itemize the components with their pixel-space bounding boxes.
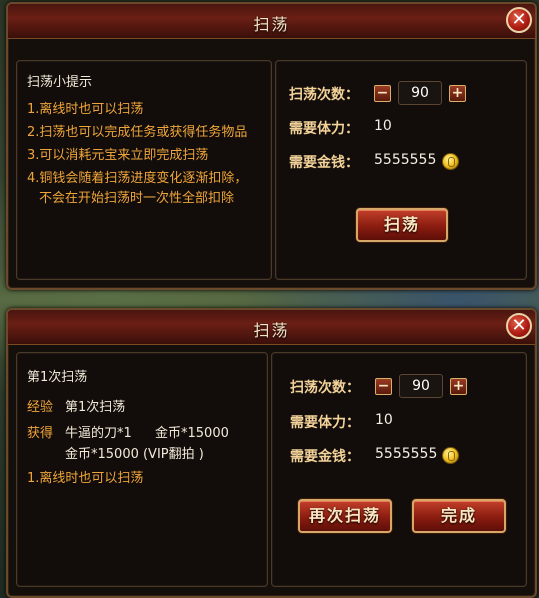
tip-item: 不会在开始扫荡时一次性全部扣除 xyxy=(39,191,235,206)
decrease-count-button[interactable]: − xyxy=(375,378,392,395)
close-icon[interactable]: ✕ xyxy=(506,7,532,33)
round-title: 第1次扫荡 xyxy=(27,370,88,385)
done-button[interactable]: 完成 xyxy=(412,499,506,533)
money-label: 需要金钱： xyxy=(289,155,359,171)
dialog-title: 扫荡 xyxy=(253,15,290,34)
stamina-label: 需要体力： xyxy=(290,415,360,431)
stamina-value: 10 xyxy=(374,118,392,134)
tip-item: 1.离线时也可以扫荡 xyxy=(27,471,144,486)
stamina-label: 需要体力： xyxy=(289,121,359,137)
sweep-result-dialog: 扫荡 ✕ 第1次扫荡 经验 第1次扫荡 获得 牛逼的刀*1 金币*15000 金… xyxy=(6,308,537,598)
reward-label: 获得 xyxy=(27,426,54,441)
increase-count-button[interactable]: + xyxy=(450,378,467,395)
stamina-value: 10 xyxy=(375,412,393,428)
tip-item: 2.扫荡也可以完成任务或获得任务物品 xyxy=(27,125,248,140)
sweep-count-label: 扫荡次数： xyxy=(290,380,360,396)
decrease-count-button[interactable]: − xyxy=(374,85,391,102)
dialog-title: 扫荡 xyxy=(253,321,290,340)
sweep-button[interactable]: 扫荡 xyxy=(356,208,448,242)
dialog-titlebar: 扫荡 ✕ xyxy=(8,310,535,345)
tips-box: 扫荡小提示 1.离线时也可以扫荡 2.扫荡也可以完成任务或获得任务物品 3.可以… xyxy=(16,60,272,280)
sweep-count-value[interactable]: 90 xyxy=(398,81,442,105)
money-value: 5555555 xyxy=(374,152,437,168)
sweep-count-label: 扫荡次数： xyxy=(289,87,359,103)
reward-gold: 金币*15000 xyxy=(155,426,229,441)
sweep-count-value[interactable]: 90 xyxy=(399,374,443,398)
sweep-settings-box: 扫荡次数： − 90 + 需要体力： 10 需要金钱： 5555555 扫荡 xyxy=(275,60,527,280)
tip-item: 1.离线时也可以扫荡 xyxy=(27,102,144,117)
money-label: 需要金钱： xyxy=(290,449,360,465)
increase-count-button[interactable]: + xyxy=(449,85,466,102)
reward-item: 牛逼的刀*1 xyxy=(65,426,132,441)
tip-item: 3.可以消耗元宝来立即完成扫荡 xyxy=(27,148,209,163)
dialog-titlebar: 扫荡 ✕ xyxy=(8,4,535,39)
exp-label: 经验 xyxy=(27,400,54,415)
exp-value: 第1次扫荡 xyxy=(65,400,126,415)
reward-vip-gold: 金币*15000 (VIP翻拍 ) xyxy=(65,447,204,462)
close-icon[interactable]: ✕ xyxy=(506,313,532,339)
sweep-again-button[interactable]: 再次扫荡 xyxy=(298,499,392,533)
sweep-dialog: 扫荡 ✕ 扫荡小提示 1.离线时也可以扫荡 2.扫荡也可以完成任务或获得任务物品… xyxy=(6,2,537,290)
gold-coin-icon xyxy=(442,153,459,170)
tips-title: 扫荡小提示 xyxy=(27,75,93,90)
money-value: 5555555 xyxy=(375,446,438,462)
tip-item: 4.铜钱会随着扫荡进度变化逐渐扣除， xyxy=(27,171,248,186)
gold-coin-icon xyxy=(442,447,459,464)
sweep-result-box: 第1次扫荡 经验 第1次扫荡 获得 牛逼的刀*1 金币*15000 金币*150… xyxy=(16,352,268,587)
sweep-settings-box: 扫荡次数： − 90 + 需要体力： 10 需要金钱： 5555555 再次扫荡… xyxy=(271,352,527,587)
